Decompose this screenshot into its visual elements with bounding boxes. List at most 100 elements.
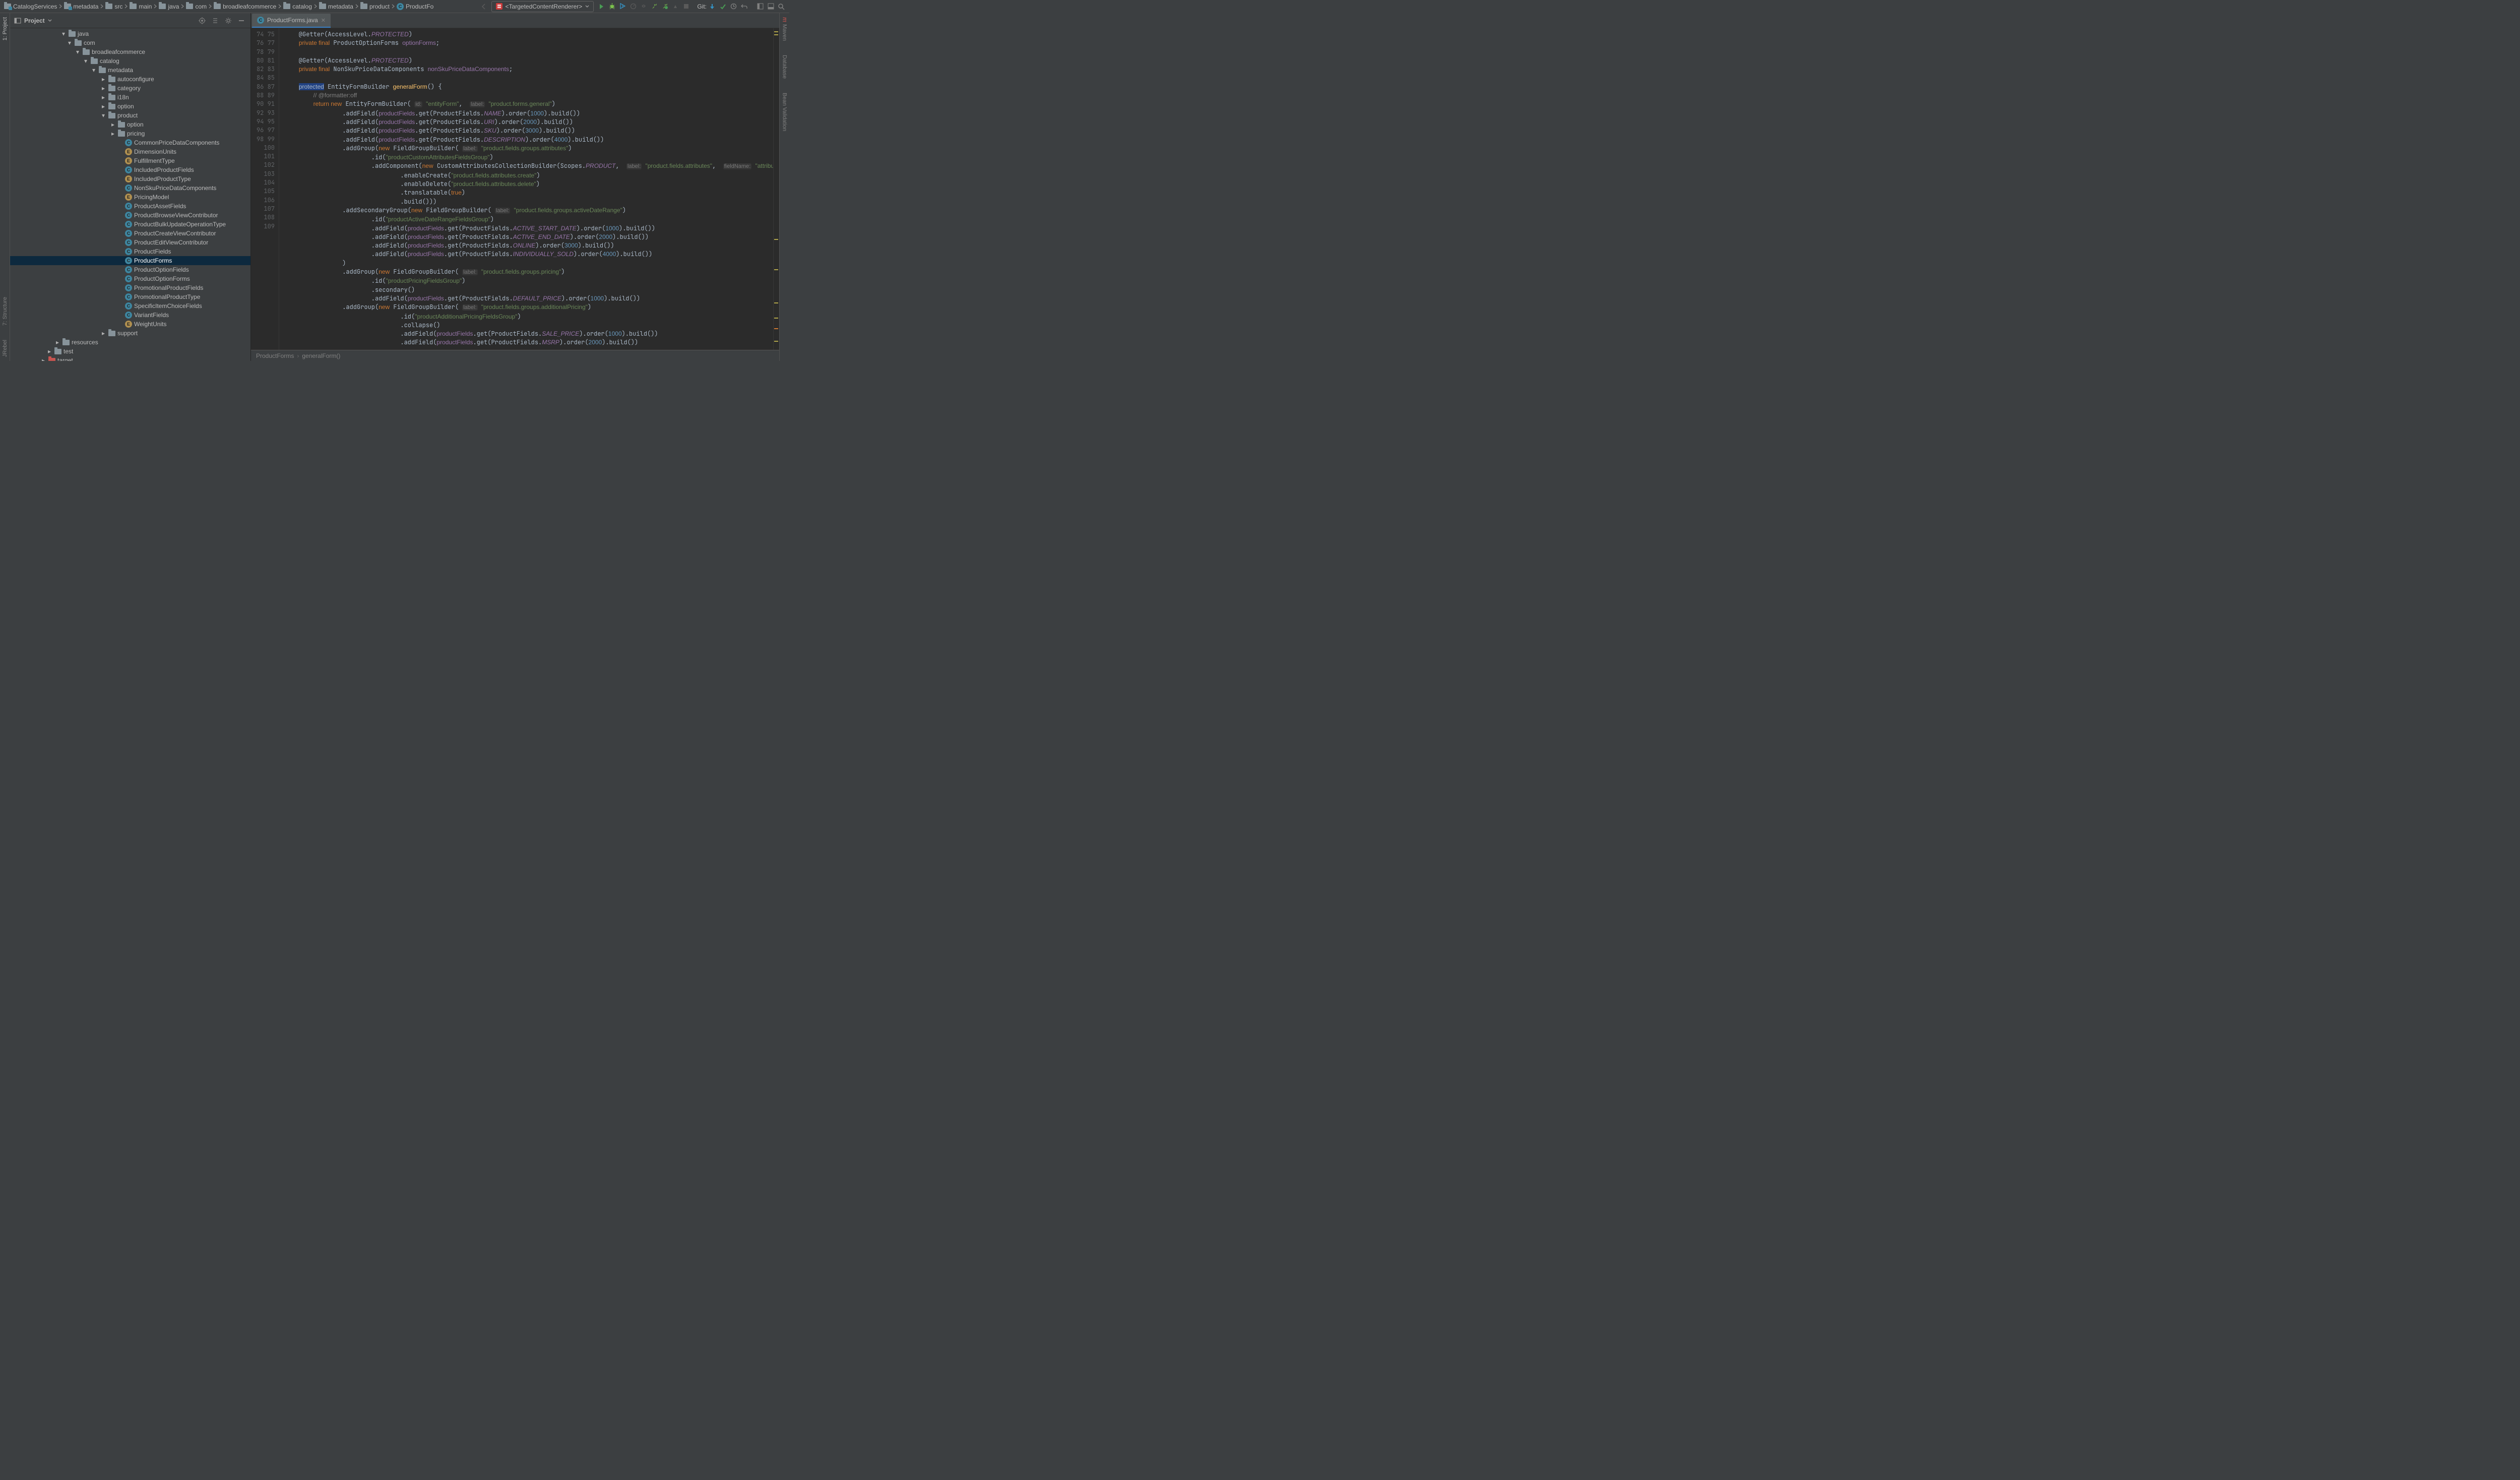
locate-icon[interactable] — [197, 16, 207, 26]
tree-node-includedproducttype[interactable]: EIncludedProductType — [10, 174, 250, 183]
ide-layout2-icon[interactable] — [766, 2, 776, 12]
mark[interactable] — [774, 341, 778, 342]
tree-node-target[interactable]: ▸target — [10, 356, 250, 361]
rerun-icon[interactable] — [670, 2, 680, 12]
tool-database[interactable]: Database — [782, 53, 788, 81]
tool-jrebel[interactable]: JRebel — [2, 338, 8, 359]
jrebel-debug-icon[interactable] — [660, 2, 670, 12]
git-history-icon[interactable] — [728, 2, 738, 12]
hide-icon[interactable] — [236, 16, 246, 26]
tree-node-resources[interactable]: ▸resources — [10, 338, 250, 347]
git-revert-icon[interactable] — [739, 2, 749, 12]
mark[interactable] — [774, 34, 778, 35]
tree-node-productoptionfields[interactable]: CProductOptionFields — [10, 265, 250, 274]
profiler-icon[interactable] — [628, 2, 638, 12]
tree-node-promotionalproductfields[interactable]: CPromotionalProductFields — [10, 283, 250, 292]
git-update-icon[interactable] — [707, 2, 717, 12]
tree-twisty-icon[interactable]: ▾ — [83, 57, 89, 65]
tree-twisty-icon[interactable]: ▸ — [100, 103, 106, 110]
tree-node-autoconfigure[interactable]: ▸autoconfigure — [10, 75, 250, 84]
run-config-selector[interactable]: <TargetedContentRenderer> — [491, 1, 594, 12]
git-commit-icon[interactable] — [718, 2, 728, 12]
breadcrumb-broadleafcommerce[interactable]: broadleafcommerce — [213, 3, 277, 11]
bc-class[interactable]: ProductForms — [256, 352, 294, 359]
tree-node-java[interactable]: ▾java — [10, 29, 250, 38]
tree-node-productbulkupdateoperationtype[interactable]: CProductBulkUpdateOperationType — [10, 220, 250, 229]
tree-twisty-icon[interactable]: ▾ — [67, 39, 73, 46]
mark[interactable] — [774, 239, 778, 240]
coverage-icon[interactable] — [617, 2, 627, 12]
tree-node-productforms[interactable]: CProductForms — [10, 256, 250, 265]
tree-node-category[interactable]: ▸category — [10, 84, 250, 93]
tab-productforms[interactable]: C ProductForms.java ✕ — [252, 14, 331, 28]
ide-layout-icon[interactable] — [755, 2, 765, 12]
breadcrumb-com[interactable]: com — [185, 3, 208, 11]
search-icon[interactable] — [776, 2, 786, 12]
mark[interactable] — [774, 302, 778, 303]
tree-twisty-icon[interactable]: ▾ — [60, 30, 67, 37]
tree-node-metadata[interactable]: ▾metadata — [10, 66, 250, 75]
tree-node-i18n[interactable]: ▸i18n — [10, 93, 250, 102]
jrebel-run-icon[interactable] — [649, 2, 659, 12]
mark[interactable] — [774, 328, 778, 329]
tree-node-specificitemchoicefields[interactable]: CSpecificItemChoiceFields — [10, 301, 250, 311]
breadcrumb-metadata[interactable]: metadata — [318, 3, 354, 11]
tool-structure[interactable]: 7: Structure — [2, 295, 8, 328]
attach-icon[interactable] — [639, 2, 649, 12]
stop-icon[interactable] — [681, 2, 691, 12]
tree-twisty-icon[interactable]: ▸ — [40, 357, 46, 361]
editor-code[interactable]: @Getter(AccessLevel.PROTECTED) private f… — [279, 28, 773, 350]
collapse-icon[interactable] — [210, 16, 220, 26]
back-icon[interactable] — [479, 2, 489, 12]
tree-node-producteditviewcontributor[interactable]: CProductEditViewContributor — [10, 238, 250, 247]
tree-twisty-icon[interactable]: ▸ — [54, 339, 60, 346]
tree-node-support[interactable]: ▸support — [10, 329, 250, 338]
tree-node-variantfields[interactable]: CVariantFields — [10, 311, 250, 320]
tree-node-pricing[interactable]: ▸pricing — [10, 129, 250, 138]
breadcrumb-catalog[interactable]: catalog — [282, 3, 313, 11]
breadcrumb-src[interactable]: src — [104, 3, 123, 11]
tree-node-com[interactable]: ▾com — [10, 38, 250, 47]
tree-twisty-icon[interactable]: ▸ — [100, 76, 106, 83]
tree-twisty-icon[interactable]: ▸ — [46, 348, 52, 355]
project-tree[interactable]: ▾java▾com▾broadleafcommerce▾catalog▾meta… — [10, 28, 250, 361]
tree-node-product[interactable]: ▾product — [10, 111, 250, 120]
tree-node-weightunits[interactable]: EWeightUnits — [10, 320, 250, 329]
tree-twisty-icon[interactable]: ▸ — [100, 85, 106, 92]
tree-node-broadleafcommerce[interactable]: ▾broadleafcommerce — [10, 47, 250, 56]
tree-node-productbrowseviewcontributor[interactable]: CProductBrowseViewContributor — [10, 211, 250, 220]
tree-node-catalog[interactable]: ▾catalog — [10, 56, 250, 66]
tree-node-promotionalproducttype[interactable]: CPromotionalProductType — [10, 292, 250, 301]
breadcrumb-product[interactable]: product — [359, 3, 391, 11]
bc-method[interactable]: generalForm() — [302, 352, 340, 359]
run-icon[interactable] — [596, 2, 606, 12]
gear-icon[interactable] — [223, 16, 233, 26]
breadcrumb-main[interactable]: main — [129, 3, 153, 11]
breadcrumb-metadata[interactable]: metadata — [63, 3, 99, 11]
tree-twisty-icon[interactable]: ▸ — [100, 94, 106, 101]
tree-twisty-icon[interactable]: ▸ — [100, 330, 106, 337]
tree-twisty-icon[interactable]: ▸ — [110, 130, 116, 137]
tree-node-option[interactable]: ▸option — [10, 120, 250, 129]
close-tab-icon[interactable]: ✕ — [321, 17, 326, 24]
breadcrumb-productfo[interactable]: CProductFo — [396, 3, 434, 11]
tree-twisty-icon[interactable]: ▸ — [110, 121, 116, 128]
tree-twisty-icon[interactable]: ▾ — [91, 67, 97, 74]
tree-node-dimensionunits[interactable]: EDimensionUnits — [10, 147, 250, 156]
debug-icon[interactable] — [607, 2, 617, 12]
mark[interactable] — [774, 269, 778, 270]
tree-node-test[interactable]: ▸test — [10, 347, 250, 356]
tree-node-fulfillmenttype[interactable]: EFulfillmentType — [10, 156, 250, 165]
tree-node-productfields[interactable]: CProductFields — [10, 247, 250, 256]
tree-node-productassetfields[interactable]: CProductAssetFields — [10, 202, 250, 211]
tree-node-option[interactable]: ▸option — [10, 102, 250, 111]
marker-bar[interactable] — [773, 28, 779, 350]
tree-node-productcreateviewcontributor[interactable]: CProductCreateViewContributor — [10, 229, 250, 238]
breadcrumb-java[interactable]: java — [158, 3, 180, 11]
tool-project[interactable]: 1: Project — [2, 15, 8, 42]
mark[interactable] — [774, 31, 778, 32]
tree-node-includedproductfields[interactable]: CIncludedProductFields — [10, 165, 250, 174]
tree-node-pricingmodel[interactable]: EPricingModel — [10, 193, 250, 202]
tree-twisty-icon[interactable]: ▾ — [75, 48, 81, 55]
mark[interactable] — [774, 318, 778, 319]
